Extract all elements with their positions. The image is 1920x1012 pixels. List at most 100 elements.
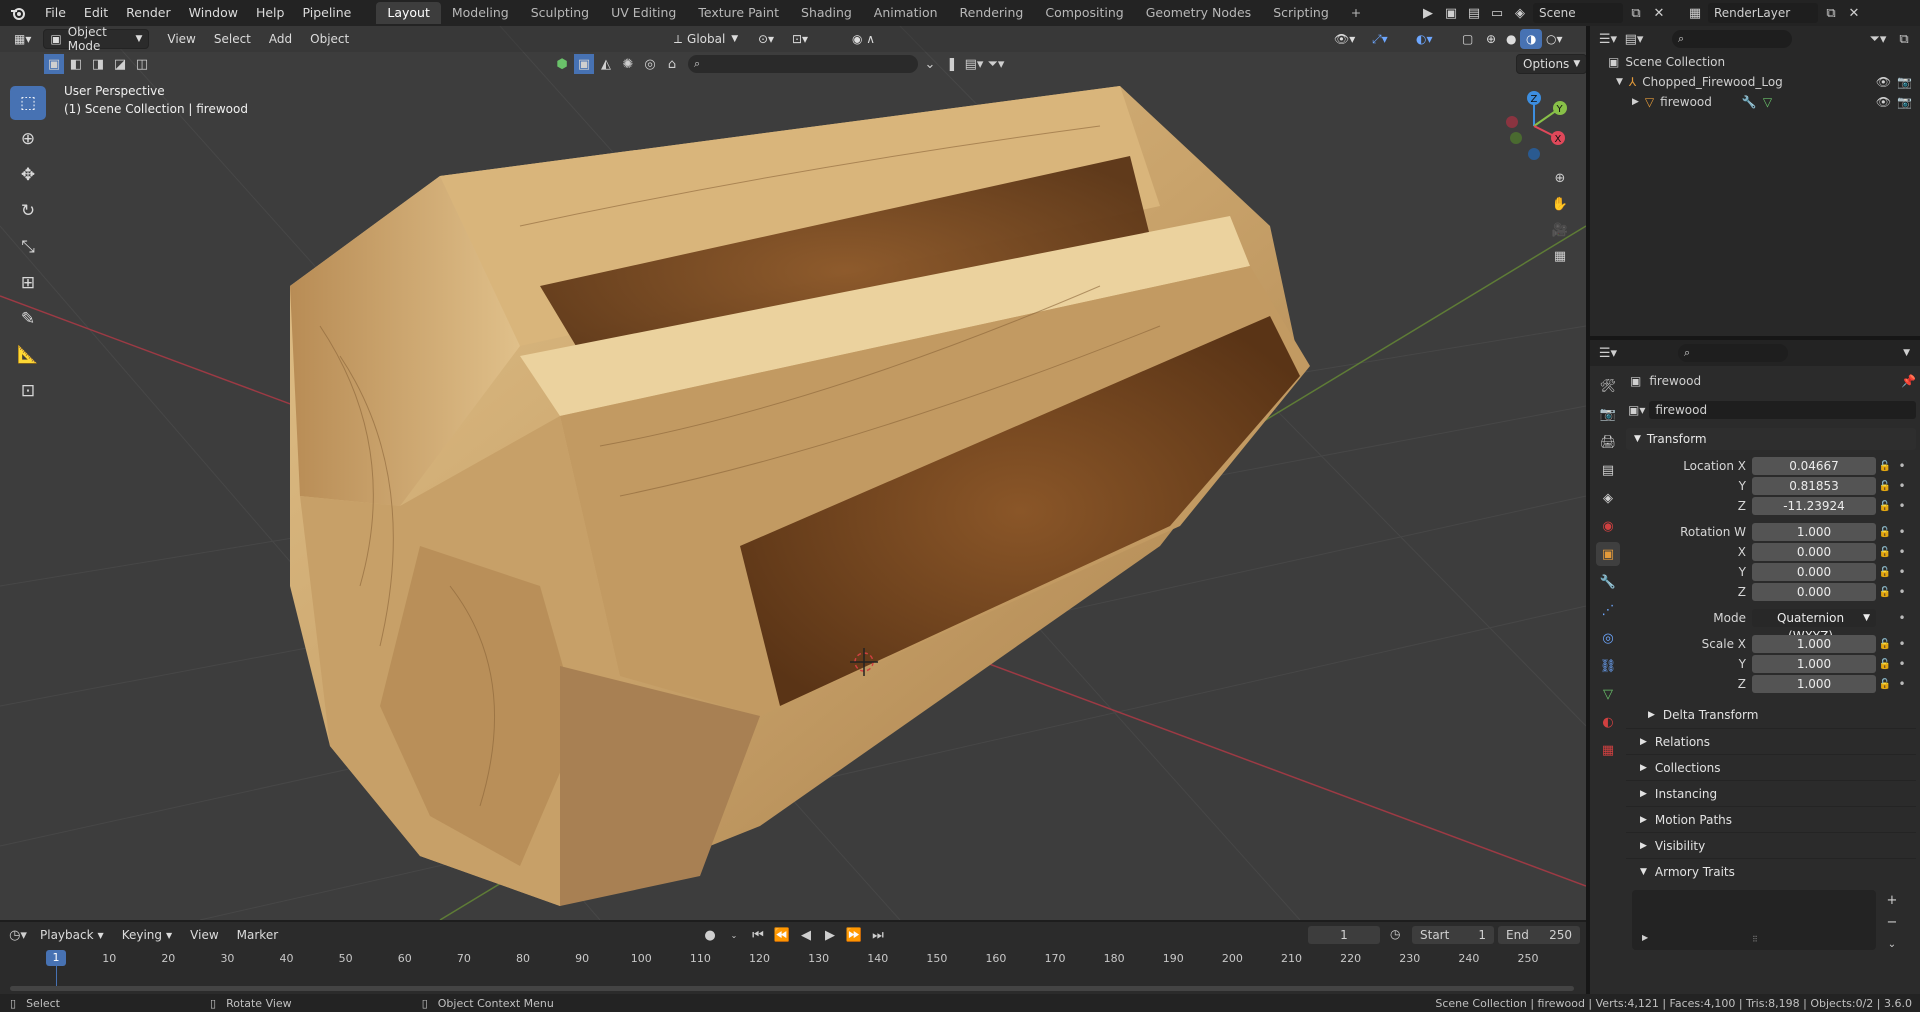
- object-mode-dropdown[interactable]: ▣ Object Mode ▼: [43, 26, 150, 53]
- scene-type-icon[interactable]: ◈: [1510, 3, 1530, 23]
- keyframe-dot-icon[interactable]: •: [1894, 545, 1910, 559]
- view-layer-filter-icon[interactable]: ▤▾: [964, 54, 984, 74]
- add-workspace-button[interactable]: +: [1340, 2, 1372, 24]
- keyframe-dot-icon[interactable]: •: [1894, 677, 1910, 691]
- gizmo-toggle-icon[interactable]: ⤢▾: [1366, 29, 1394, 49]
- lock-icon[interactable]: 🔓: [1876, 547, 1894, 558]
- transform-tool-icon[interactable]: ⊞: [10, 266, 46, 300]
- lock-icon[interactable]: 🔓: [1876, 587, 1894, 598]
- outliner-root-row[interactable]: ▣ Scene Collection: [1608, 52, 1920, 72]
- menu-file[interactable]: File: [36, 0, 75, 26]
- render-region-icon[interactable]: ▣: [1441, 3, 1461, 23]
- rotation-x-field[interactable]: 0.000: [1752, 543, 1876, 561]
- menu-add[interactable]: Add: [263, 29, 298, 49]
- scale-y-field[interactable]: 1.000: [1752, 655, 1876, 673]
- lock-icon[interactable]: 🔓: [1876, 639, 1894, 650]
- display-mode-icon[interactable]: ▤▾: [1624, 29, 1644, 49]
- lock-icon[interactable]: 🔓: [1876, 527, 1894, 538]
- delete-scene-icon[interactable]: ✕: [1649, 3, 1669, 23]
- keyframe-dot-icon[interactable]: •: [1894, 565, 1910, 579]
- select-new-icon[interactable]: ▣: [44, 54, 64, 74]
- rotation-z-field[interactable]: 0.000: [1752, 583, 1876, 601]
- delete-layer-icon[interactable]: ✕: [1844, 3, 1864, 23]
- rotation-y-field[interactable]: 0.000: [1752, 563, 1876, 581]
- ortho-grid-icon[interactable]: ▦: [1550, 246, 1570, 266]
- timeline-scrollbar[interactable]: [10, 986, 1574, 991]
- location-y-field[interactable]: 0.81853: [1752, 477, 1876, 495]
- chevron-down-icon[interactable]: ▼: [1903, 348, 1910, 358]
- armory-traits-subpanel[interactable]: ▼ Armory Traits: [1626, 858, 1916, 884]
- physics-tab-icon[interactable]: ◎: [1596, 626, 1620, 650]
- dropdown-icon[interactable]: ⌄: [920, 54, 940, 74]
- camera-filter-icon[interactable]: ◎: [640, 54, 660, 74]
- menu-object[interactable]: Object: [304, 29, 355, 49]
- camera-render-icon[interactable]: 📷: [1897, 75, 1912, 89]
- measure-tool-icon[interactable]: 📐: [10, 338, 46, 372]
- tab-rendering[interactable]: Rendering: [949, 2, 1035, 24]
- motion-paths-subpanel[interactable]: ▶ Motion Paths: [1626, 806, 1916, 832]
- properties-search-input[interactable]: ⌕: [1678, 344, 1788, 362]
- lock-icon[interactable]: 🔓: [1876, 679, 1894, 690]
- scene-tab-icon[interactable]: ◈: [1596, 486, 1620, 510]
- rendered-shading-icon[interactable]: ○▾: [1540, 29, 1569, 49]
- relations-subpanel[interactable]: ▶ Relations: [1626, 728, 1916, 754]
- eye-icon[interactable]: 👁: [1876, 95, 1891, 109]
- tab-compositing[interactable]: Compositing: [1034, 2, 1134, 24]
- pan-hand-icon[interactable]: ✋: [1550, 194, 1570, 214]
- options-dropdown[interactable]: Options ▼: [1516, 54, 1586, 74]
- menu-help[interactable]: Help: [247, 0, 294, 26]
- bookmark-icon[interactable]: ❚: [942, 54, 962, 74]
- rotation-mode-dropdown[interactable]: Quaternion (WXYZ) ▼: [1752, 609, 1876, 643]
- editor-type-icon[interactable]: ▦▾: [8, 29, 37, 49]
- annotate-tool-icon[interactable]: ✎: [10, 302, 46, 336]
- data-tab-icon[interactable]: ▽: [1596, 682, 1620, 706]
- render-layer-field[interactable]: RenderLayer: [1708, 3, 1818, 23]
- add-cube-tool-icon[interactable]: ⊡: [10, 374, 46, 408]
- keyframe-dot-icon[interactable]: •: [1894, 479, 1910, 493]
- location-x-field[interactable]: 0.04667: [1752, 457, 1876, 475]
- tab-uv-editing[interactable]: UV Editing: [600, 2, 687, 24]
- select-intersect-icon[interactable]: ◫: [132, 54, 152, 74]
- snap-icon[interactable]: ⊡▾: [786, 29, 814, 49]
- visibility-icon[interactable]: 👁▾: [1328, 29, 1361, 49]
- wireframe-shading-icon[interactable]: ⊕: [1480, 29, 1502, 49]
- scale-z-field[interactable]: 1.000: [1752, 675, 1876, 693]
- light-filter-icon[interactable]: ✺: [618, 54, 638, 74]
- frame-ruler[interactable]: 1102030405060708090100110120130140150160…: [0, 922, 1586, 994]
- outliner-search-input[interactable]: ⌕: [1672, 30, 1792, 48]
- play-render-icon[interactable]: ▶: [1418, 3, 1438, 23]
- tool-tab-icon[interactable]: 🛠: [1596, 374, 1620, 398]
- material-tab-icon[interactable]: ◐: [1596, 710, 1620, 734]
- tab-shading[interactable]: Shading: [790, 2, 863, 24]
- keyframe-dot-icon[interactable]: •: [1894, 499, 1910, 513]
- texture-tab-icon[interactable]: ▦: [1596, 738, 1620, 762]
- move-tool-icon[interactable]: ✥: [10, 158, 46, 192]
- filter-icon[interactable]: ⏷▾: [986, 54, 1006, 74]
- keyframe-dot-icon[interactable]: •: [1894, 585, 1910, 599]
- playhead[interactable]: 1: [46, 950, 66, 966]
- tab-scripting[interactable]: Scripting: [1262, 2, 1340, 24]
- scene-name-field[interactable]: Scene: [1533, 3, 1623, 23]
- tab-animation[interactable]: Animation: [863, 2, 949, 24]
- navigation-gizmo[interactable]: Z Y X: [1496, 86, 1576, 166]
- proportional-edit-icon[interactable]: ◉ ∧: [846, 29, 881, 49]
- tab-modeling[interactable]: Modeling: [441, 2, 520, 24]
- chevron-right-icon[interactable]: ▶: [1632, 97, 1639, 107]
- instancing-subpanel[interactable]: ▶ Instancing: [1626, 780, 1916, 806]
- eye-icon[interactable]: 👁: [1876, 75, 1891, 89]
- output-tab-icon[interactable]: 🖨: [1596, 430, 1620, 454]
- chevron-down-icon[interactable]: ▼: [1616, 77, 1623, 87]
- camera-render-icon[interactable]: 📷: [1897, 95, 1912, 109]
- transform-orientation-dropdown[interactable]: ⟂ Global ▼: [668, 29, 744, 49]
- rotate-tool-icon[interactable]: ↻: [10, 194, 46, 228]
- view-layer-tab-icon[interactable]: ▤: [1596, 458, 1620, 482]
- menu-pipeline[interactable]: Pipeline: [293, 0, 360, 26]
- keyframe-dot-icon[interactable]: •: [1894, 611, 1910, 625]
- scale-x-field[interactable]: 1.000: [1752, 635, 1876, 653]
- camera-view-icon[interactable]: 🎥: [1550, 220, 1570, 240]
- properties-editor-icon[interactable]: ☰▾: [1598, 343, 1618, 363]
- collections-subpanel[interactable]: ▶ Collections: [1626, 754, 1916, 780]
- menu-window[interactable]: Window: [180, 0, 247, 26]
- other-filter-icon[interactable]: ⌂: [662, 54, 682, 74]
- particles-tab-icon[interactable]: ⋰: [1596, 598, 1620, 622]
